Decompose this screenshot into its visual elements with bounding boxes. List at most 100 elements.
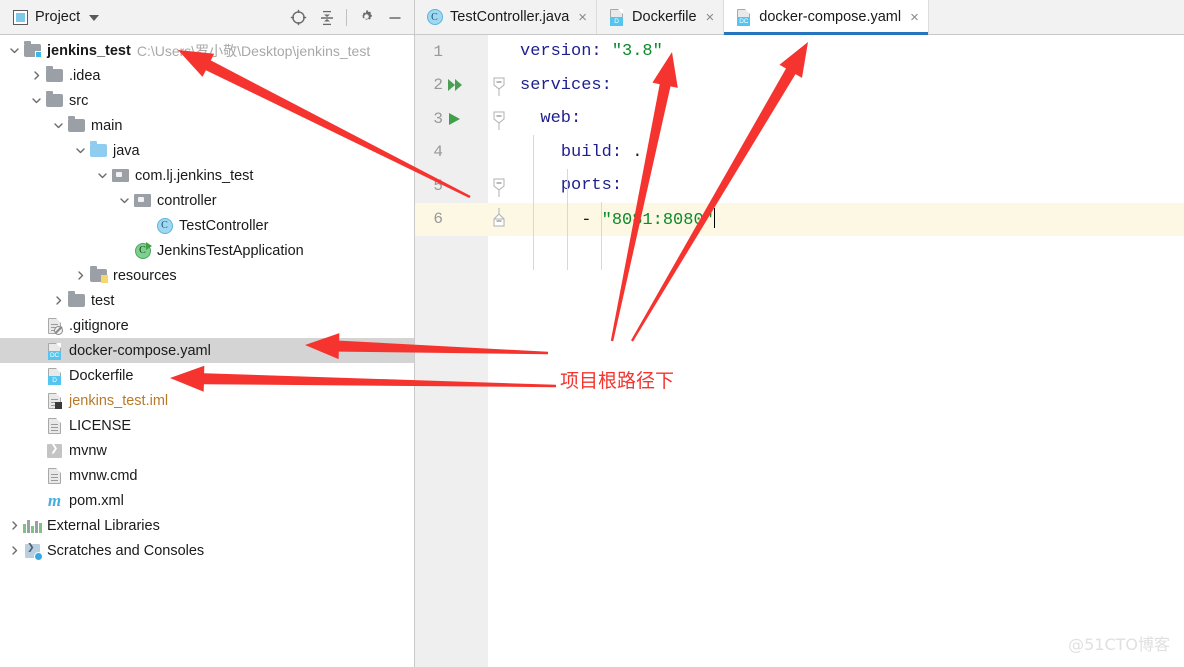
yaml-key: build: [560, 142, 623, 162]
code-text: web: [510, 109, 581, 128]
tree-row[interactable]: Scratches and Consoles [0, 538, 414, 563]
tree-row[interactable]: resources [0, 263, 414, 288]
tree-row[interactable]: main [0, 113, 414, 138]
tree-item-label: mvnw [69, 442, 107, 459]
run-all-icon[interactable] [447, 77, 465, 93]
tree-row[interactable]: .idea [0, 63, 414, 88]
code-line: 4 build: . [415, 135, 1184, 170]
folder-icon [45, 91, 64, 110]
line-number-cell: 5 [415, 169, 488, 203]
fold-column [488, 35, 510, 69]
chevron-down-icon[interactable] [89, 15, 100, 21]
chevron-down-icon[interactable] [28, 88, 45, 113]
collapse-icon[interactable] [488, 69, 510, 103]
panel-title: Project [35, 9, 81, 25]
tree-item-label: TestController [179, 217, 269, 234]
chevron-down-icon[interactable] [72, 138, 89, 163]
yaml-key: ports: [560, 176, 623, 196]
chevron-down-icon[interactable] [50, 113, 67, 138]
run-icon[interactable] [447, 111, 465, 127]
text-file-icon [45, 466, 64, 485]
chevron-right-icon[interactable] [28, 63, 45, 88]
tree-row[interactable]: controller [0, 188, 414, 213]
gear-icon[interactable] [353, 5, 379, 31]
yaml-value: "3.8" [611, 42, 663, 62]
close-icon[interactable]: × [706, 10, 715, 25]
tree-row[interactable]: .gitignore [0, 313, 414, 338]
code-line: 1 version: "3.8" [415, 35, 1184, 69]
tree-row[interactable]: D Dockerfile [0, 363, 414, 388]
tree-item-label: LICENSE [69, 417, 132, 434]
chevron-right-icon[interactable] [6, 513, 23, 538]
docker-compose-file-icon: DC [45, 341, 64, 360]
tree-arrow-none [28, 488, 45, 513]
chevron-down-icon[interactable] [6, 38, 23, 63]
editor-tab[interactable]: D Dockerfile × [597, 0, 725, 34]
tree-row[interactable]: java [0, 138, 414, 163]
tree-row[interactable]: C JenkinsTestApplication [0, 238, 414, 263]
tree-arrow-none [28, 413, 45, 438]
tree-row[interactable]: DC docker-compose.yaml [0, 338, 414, 363]
tree-row[interactable]: C TestController [0, 213, 414, 238]
editor-tab[interactable]: C TestController.java × [415, 0, 598, 34]
java-class-icon: C [155, 216, 174, 235]
editor-tab-label: TestController.java [450, 9, 570, 25]
tree-item-label: resources [113, 267, 177, 284]
tree-row[interactable]: LICENSE [0, 413, 414, 438]
tree-item-label: src [69, 92, 89, 109]
locate-icon[interactable] [285, 5, 311, 31]
tree-row[interactable]: mvnw.cmd [0, 463, 414, 488]
project-title-group[interactable]: Project [0, 9, 100, 25]
folder-icon [67, 116, 86, 135]
module-folder-icon [23, 41, 42, 60]
line-number: 6 [433, 210, 443, 229]
ide-window: Project jenkins_test C:\Users\罗小敬\Deskto… [0, 0, 1184, 667]
tree-row[interactable]: jenkins_test.iml [0, 388, 414, 413]
code-line: 6 - "8081:8080" [415, 202, 1184, 237]
tree-arrow-none [28, 463, 45, 488]
chevron-down-icon[interactable] [94, 163, 111, 188]
chevron-right-icon[interactable] [50, 288, 67, 313]
project-panel: Project jenkins_test C:\Users\罗小敬\Deskto… [0, 0, 415, 667]
line-number-cell: 1 [415, 35, 488, 69]
tree-item-label: mvnw.cmd [69, 467, 138, 484]
yaml-key: version: [520, 42, 602, 62]
tree-row[interactable]: src [0, 88, 414, 113]
maven-icon: m [47, 490, 62, 510]
tree-row[interactable]: jenkins_test C:\Users\罗小敬\Desktop\jenkins… [0, 38, 414, 63]
project-tree[interactable]: jenkins_test C:\Users\罗小敬\Desktop\jenkins… [0, 35, 414, 667]
tree-row[interactable]: m pom.xml [0, 488, 414, 513]
editor-tab[interactable]: DC docker-compose.yaml × [724, 0, 929, 35]
minimize-icon[interactable] [382, 5, 408, 31]
folder-icon [45, 66, 64, 85]
tree-item-label: .idea [69, 67, 101, 84]
chevron-down-icon[interactable] [116, 188, 133, 213]
line-number: 2 [433, 76, 443, 95]
tree-row[interactable]: External Libraries [0, 513, 414, 538]
watermark: @51CTO博客 [1068, 635, 1170, 654]
tree-row[interactable]: mvnw [0, 438, 414, 463]
collapse-icon[interactable] [488, 169, 510, 203]
close-icon[interactable]: × [910, 10, 919, 25]
collapse-end-icon[interactable] [488, 203, 510, 237]
collapse-icon[interactable] [488, 102, 510, 136]
close-icon[interactable]: × [578, 10, 587, 25]
collapse-all-icon[interactable] [314, 5, 340, 31]
chevron-right-icon[interactable] [6, 538, 23, 563]
chevron-right-icon[interactable] [72, 263, 89, 288]
code-line: 5 ports: [415, 169, 1184, 203]
tree-arrow-none [28, 388, 45, 413]
tree-item-label: controller [157, 192, 217, 209]
fold-column [488, 136, 510, 170]
tree-row[interactable]: com.lj.jenkins_test [0, 163, 414, 188]
editor-tabbar: C TestController.java × D Dockerfile × DC docke… [415, 0, 1184, 35]
line-number-cell: 6 [415, 202, 488, 236]
code-text: build: . [510, 142, 643, 162]
text-caret [713, 208, 716, 229]
code-editor[interactable]: 1 version: "3.8" 2 services: 3 web: 4 build: … [415, 35, 1184, 667]
line-number: 5 [433, 176, 443, 195]
tree-item-label: jenkins_test [47, 42, 131, 59]
tree-row[interactable]: test [0, 288, 414, 313]
docker-compose-file-icon: DC [735, 9, 752, 26]
indent-guide [601, 202, 602, 270]
